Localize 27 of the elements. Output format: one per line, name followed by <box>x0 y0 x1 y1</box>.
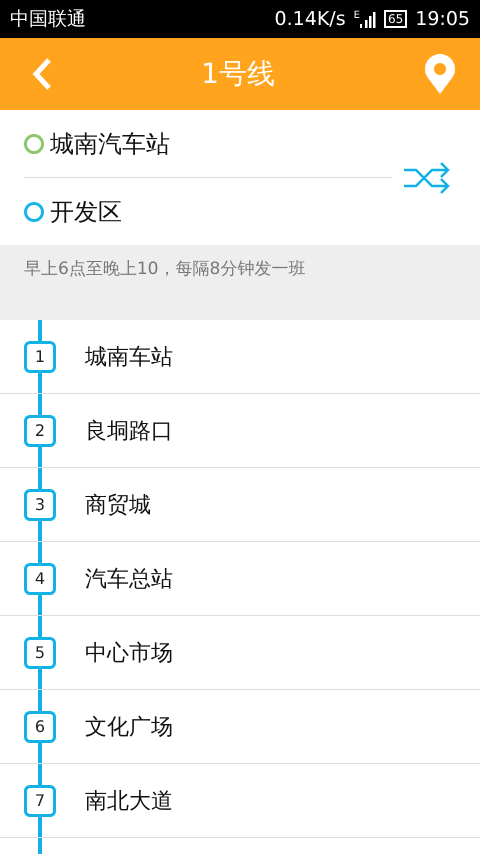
network-type: E <box>354 10 360 21</box>
location-pin-button[interactable] <box>424 54 456 94</box>
stop-name[interactable]: 中心市场 <box>85 638 173 668</box>
schedule-text: 早上6点至晚上10，每隔8分钟发一班 <box>24 259 306 279</box>
stop-name[interactable]: 汽车总站 <box>85 564 173 594</box>
signal-icon <box>360 10 376 28</box>
stop-name[interactable]: 城南车站 <box>85 342 173 372</box>
destination-station: 开发区 <box>50 196 122 228</box>
back-button[interactable] <box>32 57 52 91</box>
stop-number: 5 <box>24 636 56 668</box>
stop-name[interactable]: 文化广场 <box>85 712 173 742</box>
stop-number: 4 <box>24 562 56 594</box>
stop-name[interactable]: 良垌路口 <box>85 416 173 446</box>
carrier-name: 中国联通 <box>10 7 86 32</box>
swap-direction-button[interactable] <box>404 160 450 194</box>
line-title: 1号线 <box>201 56 275 92</box>
battery-level: 65 <box>384 10 408 28</box>
network-speed: 0.14K/s <box>274 8 346 30</box>
stop-name[interactable]: 南北大道 <box>85 786 173 816</box>
stop-number: 3 <box>24 488 56 520</box>
stop-number: 1 <box>24 340 56 372</box>
stop-name[interactable]: 商贸城 <box>85 490 151 520</box>
stop-number: 6 <box>24 710 56 742</box>
stop-number: 2 <box>24 414 56 446</box>
stop-number: 7 <box>24 784 56 816</box>
clock-time: 19:05 <box>415 8 470 30</box>
origin-station: 城南汽车站 <box>50 128 170 160</box>
